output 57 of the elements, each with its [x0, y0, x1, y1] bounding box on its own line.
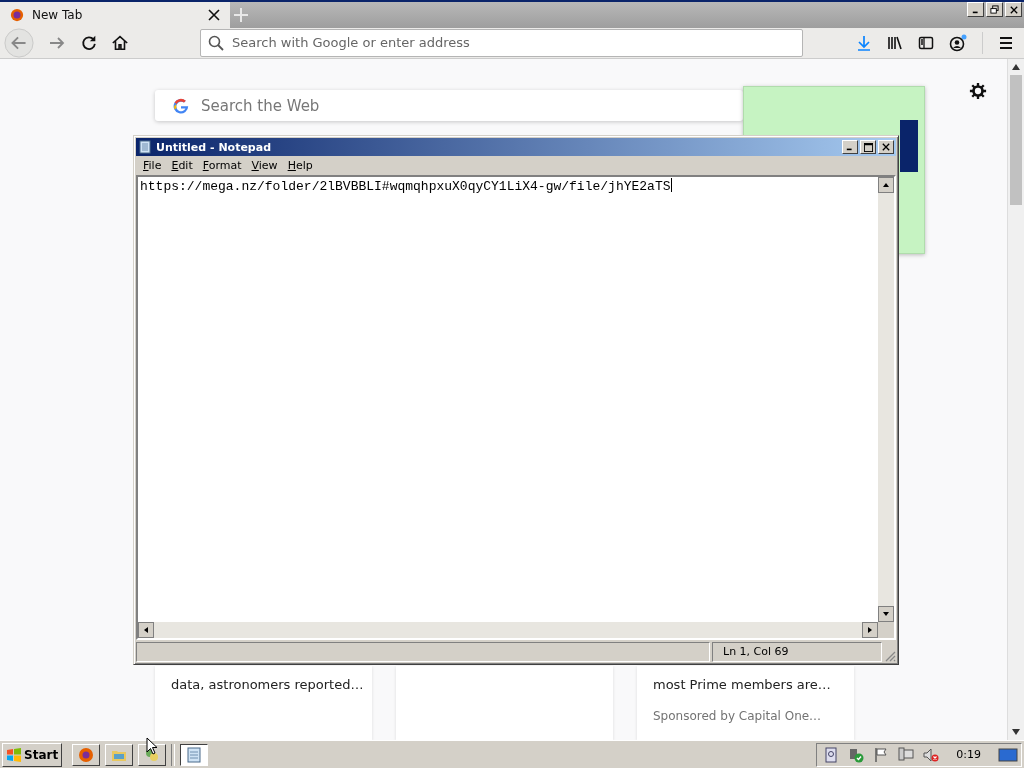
close-icon: [882, 143, 890, 151]
account-icon[interactable]: [949, 33, 967, 52]
settings-icon[interactable]: [969, 82, 987, 100]
story-snippet: data, astronomers reported…: [171, 676, 364, 694]
security-check-icon[interactable]: [848, 746, 865, 763]
window-title: Untitled - Notepad: [156, 140, 273, 154]
minimize-button[interactable]: [842, 140, 858, 154]
home-icon[interactable]: [111, 33, 129, 52]
browser-tab[interactable]: New Tab: [0, 2, 230, 28]
notepad-icon: [138, 140, 152, 154]
close-icon[interactable]: [208, 8, 220, 21]
scroll-right-button[interactable]: [862, 622, 878, 638]
minimize-button[interactable]: [967, 2, 984, 17]
maximize-button[interactable]: [860, 140, 876, 154]
story-card[interactable]: most Prime members are… Sponsored by Capital One…: [637, 666, 854, 740]
address-field[interactable]: Search with Google or enter address: [200, 28, 803, 57]
search-placeholder: Search the Web: [201, 96, 320, 115]
close-button[interactable]: [1005, 2, 1022, 17]
firefox-icon: [78, 746, 95, 763]
download-icon[interactable]: [856, 34, 872, 51]
desktop-icon[interactable]: [998, 746, 1018, 763]
story-snippet: most Prime members are…: [653, 676, 831, 694]
scroll-down-icon[interactable]: [1012, 728, 1020, 736]
close-button[interactable]: [878, 140, 894, 154]
scroll-left-button[interactable]: [138, 622, 154, 638]
cursor-position: Ln 1, Col 69: [712, 642, 882, 662]
flag-icon[interactable]: [873, 746, 890, 763]
restore-icon: [990, 5, 999, 14]
text-area[interactable]: https://mega.nz/folder/2lBVBBLI#wqmqhpxuX0qyCY1LiX4-gw/file/jhYE2aTS: [138, 177, 878, 622]
maximize-icon: [863, 142, 873, 152]
speaker-muted-icon[interactable]: [923, 746, 940, 763]
taskbar-button[interactable]: [180, 743, 209, 766]
menu-item[interactable]: File: [138, 159, 167, 172]
web-search-field[interactable]: Search the Web: [155, 90, 743, 121]
menu-item[interactable]: View: [246, 159, 283, 172]
scroll-up-button[interactable]: [878, 177, 894, 193]
close-icon: [1009, 5, 1018, 14]
windows-logo-icon: [6, 746, 22, 763]
clock: 0:19: [956, 748, 981, 761]
sponsor-label: Sponsored by Capital One…: [653, 708, 822, 724]
resize-grip-icon[interactable]: [884, 650, 896, 662]
restore-button[interactable]: [986, 2, 1003, 17]
sidebar-icon[interactable]: [918, 34, 934, 51]
menu-icon[interactable]: [998, 34, 1014, 51]
notepad-icon: [186, 746, 203, 763]
story-card[interactable]: data, astronomers reported…: [155, 666, 372, 740]
scroll-down-button[interactable]: [878, 606, 894, 622]
menu-item[interactable]: Edit: [166, 159, 198, 172]
computer-icon[interactable]: [898, 746, 915, 763]
scroll-up-icon[interactable]: [1012, 63, 1020, 71]
firefox-icon: [10, 7, 24, 22]
document-icon[interactable]: [823, 746, 840, 763]
start-button[interactable]: Start: [2, 742, 63, 767]
menu-item[interactable]: Help: [282, 159, 318, 172]
library-icon[interactable]: [887, 34, 903, 51]
menu-item[interactable]: Format: [197, 159, 247, 172]
back-icon[interactable]: [4, 27, 34, 58]
